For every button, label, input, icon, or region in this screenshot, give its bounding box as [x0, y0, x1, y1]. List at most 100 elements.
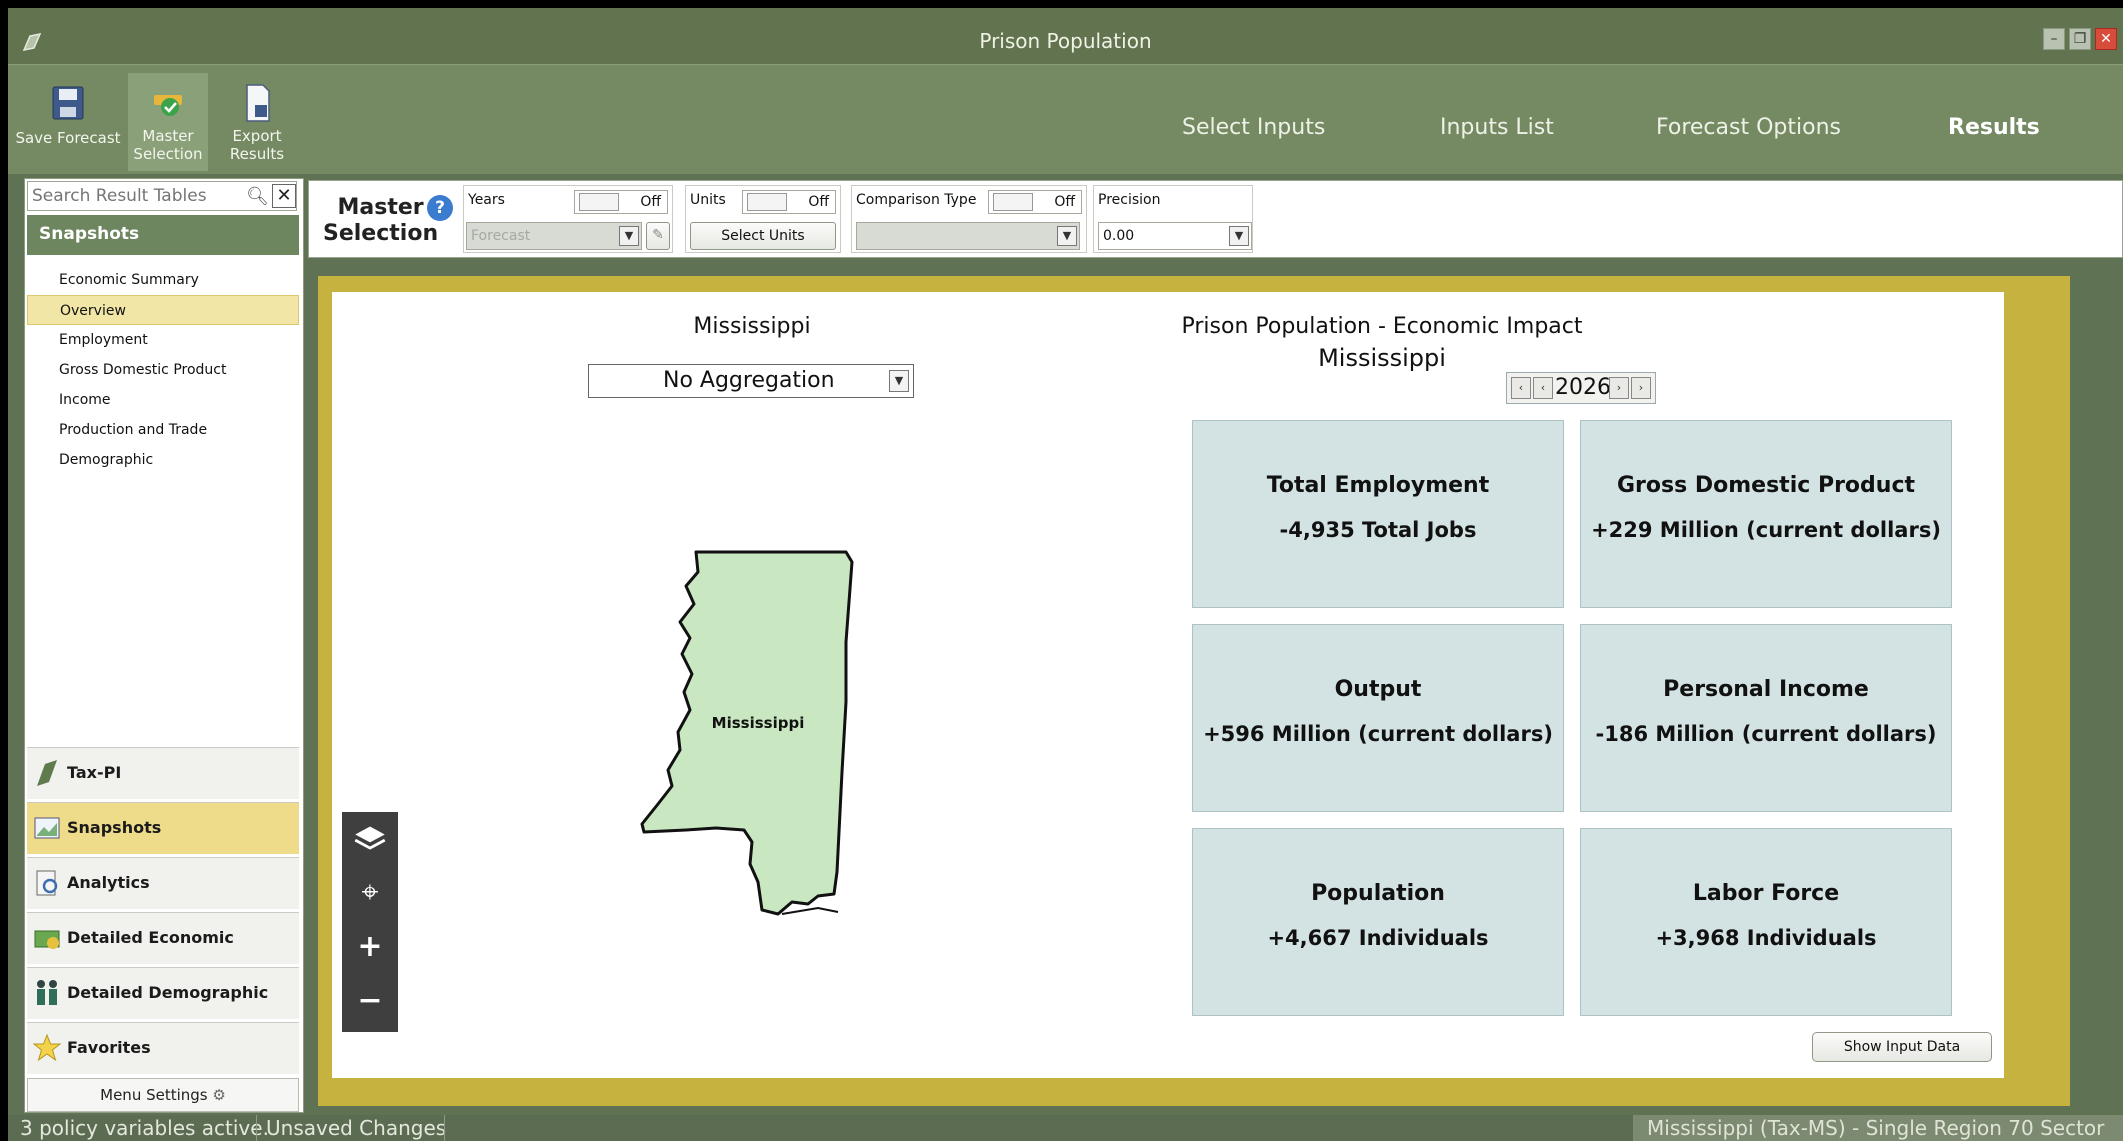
- results-content: Mississippi No Aggregation ▼ Mississippi…: [332, 292, 2004, 1078]
- card-heading: Personal Income: [1663, 677, 1869, 702]
- zoom-out-icon[interactable]: −: [342, 974, 398, 1028]
- sidebar-item-gross-domestic-product[interactable]: Gross Domestic Product: [27, 355, 299, 385]
- last-year-button[interactable]: ›: [1631, 377, 1651, 399]
- section-analytics-label: Analytics: [67, 873, 150, 892]
- clear-search-icon[interactable]: ✕: [272, 184, 296, 208]
- card-heading: Population: [1311, 881, 1445, 906]
- analytics-icon: [36, 870, 58, 896]
- chevron-down-icon: ▼: [619, 226, 639, 246]
- sidebar-item-economic-summary[interactable]: Economic Summary: [27, 265, 299, 295]
- sidebar-item-demographic[interactable]: Demographic: [27, 445, 299, 475]
- year-stepper[interactable]: ‹ ‹ 2026 › ›: [1506, 372, 1656, 404]
- state-map-label: Mississippi: [712, 714, 805, 732]
- section-detailed-demographic[interactable]: Detailed Demographic: [27, 967, 299, 1019]
- status-separator: [444, 1115, 445, 1141]
- state-map[interactable]: Mississippi: [632, 542, 872, 922]
- units-toggle-state: Off: [808, 194, 829, 210]
- toggle-knob: [747, 193, 787, 211]
- detailed-economic-icon: [34, 930, 60, 949]
- search-input[interactable]: [32, 185, 237, 207]
- detailed-demographic-icon: [37, 980, 57, 1005]
- snapshots-header: Snapshots: [27, 215, 299, 255]
- units-group: Units Off Select Units: [685, 185, 841, 253]
- section-analytics[interactable]: Analytics: [27, 857, 299, 909]
- comparison-group: Comparison Type Off ▼: [851, 185, 1087, 253]
- status-separator: [256, 1115, 257, 1141]
- section-snapshots[interactable]: Snapshots: [27, 802, 299, 854]
- years-toggle[interactable]: Off: [574, 190, 668, 214]
- search-icon[interactable]: 🔍︎: [246, 186, 269, 207]
- tab-results[interactable]: Results: [1948, 115, 2040, 140]
- toggle-knob: [993, 193, 1033, 211]
- zoom-in-icon[interactable]: +: [342, 920, 398, 974]
- master-selection-icon: [154, 95, 182, 116]
- chevron-down-icon: ▼: [1057, 226, 1077, 246]
- export-results-label: Export Results: [229, 127, 285, 163]
- layers-icon[interactable]: [342, 812, 398, 866]
- first-year-button[interactable]: ‹: [1511, 377, 1531, 399]
- save-forecast-button[interactable]: Save Forecast: [12, 73, 124, 171]
- chevron-down-icon: ▼: [889, 370, 909, 392]
- aggregation-dropdown[interactable]: No Aggregation ▼: [588, 364, 914, 398]
- section-detailed-economic[interactable]: Detailed Economic: [27, 912, 299, 964]
- status-unsaved-changes: Unsaved Changes: [266, 1116, 447, 1140]
- search-box: 🔍︎ ✕: [27, 181, 297, 211]
- comparison-toggle[interactable]: Off: [988, 190, 1082, 214]
- card-value: -186 Million (current dollars): [1595, 722, 1937, 746]
- year-value[interactable]: 2026: [1555, 375, 1611, 400]
- mississippi-shape[interactable]: [640, 550, 854, 916]
- years-dropdown[interactable]: Forecast ▼: [466, 222, 642, 250]
- next-year-button[interactable]: ›: [1609, 377, 1629, 399]
- tax-pi-icon: [37, 760, 57, 786]
- previous-year-button[interactable]: ‹: [1533, 377, 1553, 399]
- save-icon: [52, 86, 84, 120]
- coastline-detail: [781, 906, 839, 915]
- locate-icon[interactable]: ⌖: [342, 866, 398, 920]
- map-title: Mississippi: [693, 314, 811, 339]
- sidebar-item-income[interactable]: Income: [27, 385, 299, 415]
- comparison-label: Comparison Type: [856, 192, 977, 208]
- impact-card: Gross Domestic Product +229 Million (cur…: [1580, 420, 1952, 608]
- toggle-knob: [579, 193, 619, 211]
- export-results-button[interactable]: Export Results: [214, 73, 300, 171]
- precision-dropdown[interactable]: 0.00 ▼: [1098, 222, 1252, 250]
- close-button[interactable]: ✕: [2095, 28, 2117, 50]
- impact-card: Labor Force +3,968 Individuals: [1580, 828, 1952, 1016]
- snapshot-list: Economic Summary Overview Employment Gro…: [27, 265, 299, 475]
- card-heading: Gross Domestic Product: [1617, 473, 1915, 498]
- impact-card: Population +4,667 Individuals: [1192, 828, 1564, 1016]
- chevron-down-icon: ▼: [1229, 226, 1249, 246]
- export-icon: [246, 84, 270, 122]
- save-forecast-label: Save Forecast: [15, 129, 121, 147]
- master-selection-bar: Master Selection ? Years Off Forecast ▼ …: [308, 180, 2123, 258]
- edit-years-button[interactable]: ✎: [646, 222, 670, 250]
- master-selection-button[interactable]: Master Selection: [128, 73, 208, 171]
- impact-title: Prison Population - Economic Impact: [1181, 314, 1583, 339]
- restore-button[interactable]: ❐: [2069, 28, 2091, 50]
- comparison-dropdown[interactable]: ▼: [856, 222, 1080, 250]
- section-favorites[interactable]: Favorites: [27, 1022, 299, 1074]
- section-tax-pi[interactable]: Tax-PI: [27, 747, 299, 799]
- section-tax-pi-label: Tax-PI: [67, 763, 122, 782]
- help-icon[interactable]: ?: [427, 195, 453, 221]
- tab-inputs-list[interactable]: Inputs List: [1440, 115, 1554, 140]
- application-window: Prison Population – ❐ ✕ Save Forecast Ma…: [8, 8, 2123, 1141]
- sidebar-item-production-and-trade[interactable]: Production and Trade: [27, 415, 299, 445]
- select-units-button[interactable]: Select Units: [690, 222, 836, 250]
- units-label: Units: [690, 192, 726, 208]
- sidebar-item-overview[interactable]: Overview: [27, 295, 299, 325]
- units-toggle[interactable]: Off: [742, 190, 836, 214]
- minimize-button[interactable]: –: [2043, 28, 2065, 50]
- impact-region: Mississippi: [1318, 344, 1446, 372]
- precision-label: Precision: [1098, 192, 1161, 208]
- tab-select-inputs[interactable]: Select Inputs: [1182, 115, 1325, 140]
- show-input-data-button[interactable]: Show Input Data: [1812, 1032, 1992, 1062]
- tab-forecast-options[interactable]: Forecast Options: [1656, 115, 1841, 140]
- sidebar-item-employment[interactable]: Employment: [27, 325, 299, 355]
- gear-icon: ⚙: [212, 1086, 226, 1104]
- years-label: Years: [468, 192, 505, 208]
- menu-settings-button[interactable]: Menu Settings ⚙: [27, 1078, 299, 1112]
- card-value: +3,968 Individuals: [1655, 926, 1877, 950]
- precision-group: Precision 0.00 ▼: [1093, 185, 1253, 253]
- years-toggle-state: Off: [640, 194, 661, 210]
